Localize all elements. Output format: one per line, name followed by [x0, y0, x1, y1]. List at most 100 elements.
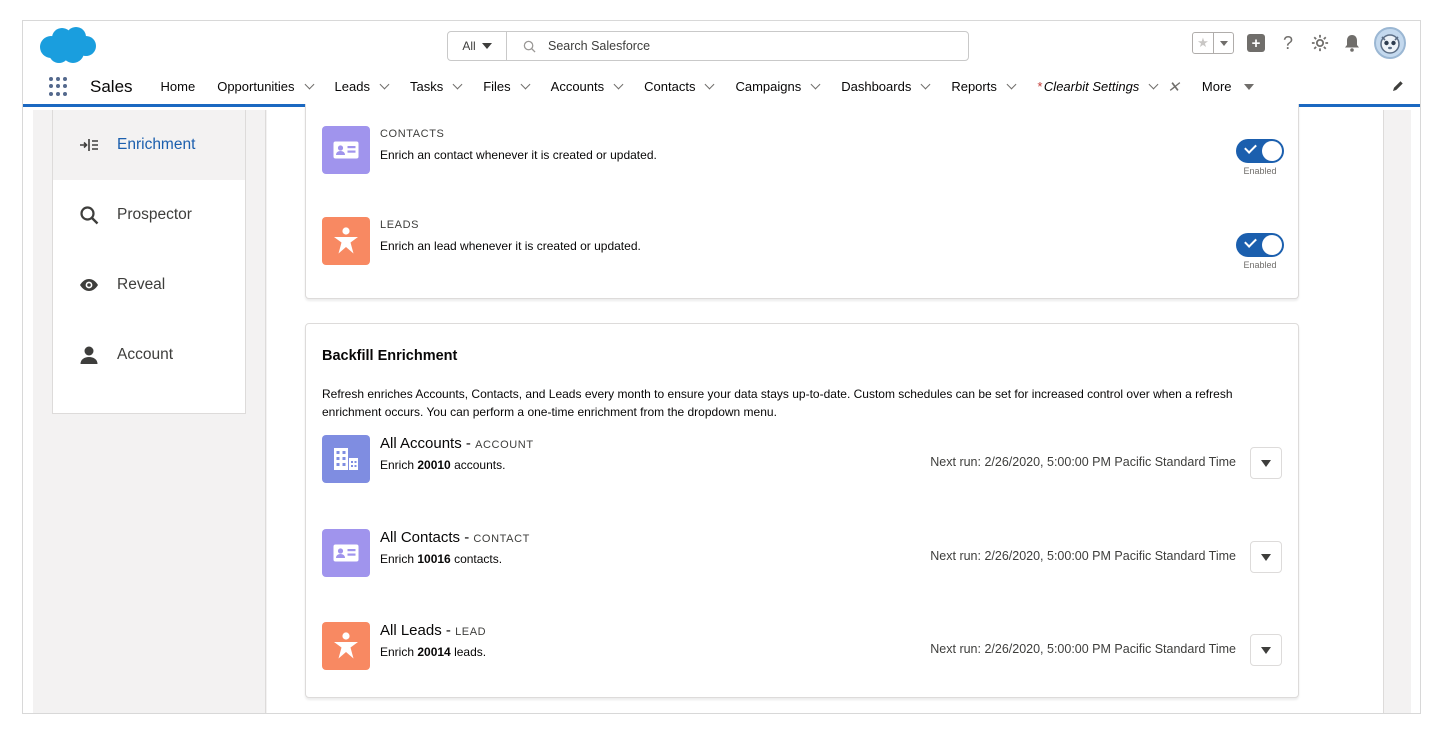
- nav-tab-reports[interactable]: Reports: [951, 79, 1017, 94]
- nav-tab-tasks[interactable]: Tasks: [409, 79, 463, 94]
- nav-tab-label: Tasks: [409, 79, 444, 94]
- nav-tab-campaigns[interactable]: Campaigns: [735, 79, 821, 94]
- auto-enrichment-card: CONTACTS Enrich an contact whenever it i…: [305, 104, 1299, 299]
- object-label: CONTACTS: [380, 128, 445, 140]
- chevron-down-icon[interactable]: [810, 79, 821, 90]
- global-header: All Search Salesforce ★ + ?: [23, 21, 1420, 67]
- nav-tab-home[interactable]: Home: [161, 79, 196, 94]
- contact-icon: [322, 126, 370, 174]
- backfill-row-title: All Accounts - ACCOUNT: [380, 435, 534, 452]
- object-description: Enrich an contact whenever it is created…: [380, 148, 657, 162]
- edit-nav-icon[interactable]: [1392, 79, 1404, 95]
- row-actions-dropdown[interactable]: [1250, 541, 1282, 573]
- nav-tab-clearbit-settings[interactable]: * Clearbit Settings ✕: [1037, 78, 1180, 96]
- nav-tab-leads[interactable]: Leads: [334, 79, 390, 94]
- global-actions-button[interactable]: +: [1246, 33, 1266, 53]
- settings-sidebar: Enrichment Prospector Reveal Account: [33, 110, 266, 713]
- toggle-switch[interactable]: [1236, 139, 1284, 163]
- chevron-down-icon[interactable]: [613, 79, 624, 90]
- header-utility-icons: ★ + ?: [1192, 27, 1406, 59]
- nav-tab-dashboards[interactable]: Dashboards: [841, 79, 931, 94]
- app-name: Sales: [90, 76, 133, 96]
- gear-icon[interactable]: [1310, 33, 1330, 53]
- chevron-down-icon[interactable]: [920, 79, 931, 90]
- backfill-name: All Contacts: [380, 529, 461, 546]
- close-icon[interactable]: ✕: [1167, 78, 1180, 96]
- app-navigation-bar: Sales Home Opportunities Leads Tasks Fil…: [23, 69, 1420, 107]
- nav-tab-files[interactable]: Files: [483, 79, 531, 94]
- backfill-type: CONTACT: [473, 533, 530, 545]
- nav-more-label: More: [1201, 79, 1232, 94]
- caret-down-icon: [1261, 459, 1271, 467]
- backfill-row-contacts: All Contacts - CONTACT Enrich 10016 cont…: [322, 529, 530, 577]
- backfill-row-title: All Contacts - CONTACT: [380, 529, 530, 546]
- sidebar-menu: Enrichment Prospector Reveal Account: [52, 110, 246, 414]
- sidebar-item-label: Account: [117, 346, 174, 363]
- contacts-enrichment-row: CONTACTS Enrich an contact whenever it i…: [322, 126, 657, 174]
- app-launcher-icon[interactable]: [49, 76, 69, 97]
- backfill-type: ACCOUNT: [475, 439, 534, 451]
- star-icon[interactable]: ★: [1193, 33, 1213, 53]
- search-input[interactable]: Search Salesforce: [507, 39, 968, 53]
- settings-content: CONTACTS Enrich an contact whenever it i…: [267, 104, 1393, 713]
- nav-tab-label: Reports: [951, 79, 997, 94]
- sidebar-item-prospector[interactable]: Prospector: [53, 180, 245, 250]
- chevron-down-icon[interactable]: [520, 79, 531, 90]
- sidebar-item-reveal[interactable]: Reveal: [53, 250, 245, 320]
- nav-tab-label: Leads: [334, 79, 370, 94]
- sidebar-item-account[interactable]: Account: [53, 320, 245, 390]
- page-body: Enrichment Prospector Reveal Account CON…: [33, 104, 1393, 713]
- record-count: 20010: [417, 458, 451, 472]
- backfill-enrichment-card: Backfill Enrichment Refresh enriches Acc…: [305, 323, 1299, 698]
- contacts-enrichment-toggle[interactable]: Enabled: [1236, 139, 1284, 176]
- lead-icon: [322, 217, 370, 265]
- backfill-type: LEAD: [455, 626, 487, 638]
- nav-tab-label: Dashboards: [841, 79, 912, 94]
- check-icon: [1244, 141, 1257, 154]
- next-run-text: Next run: 2/26/2020, 5:00:00 PM Pacific …: [930, 455, 1236, 469]
- row-actions-dropdown[interactable]: [1250, 447, 1282, 479]
- nav-more-menu[interactable]: More: [1202, 79, 1254, 94]
- chevron-down-icon[interactable]: [1006, 79, 1017, 90]
- bell-icon[interactable]: [1342, 33, 1362, 53]
- leads-enrichment-toggle[interactable]: Enabled: [1236, 233, 1284, 270]
- nav-tab-label: Home: [160, 79, 196, 94]
- backfill-count-text: Enrich 20014 leads.: [380, 645, 487, 659]
- backfill-name: All Leads: [380, 622, 442, 639]
- toggle-status: Enabled: [1243, 166, 1277, 176]
- nav-tab-label: Contacts: [644, 79, 696, 94]
- search-icon: [77, 205, 101, 225]
- chevron-down-icon[interactable]: [304, 79, 314, 90]
- nav-tab-contacts[interactable]: Contacts: [644, 79, 715, 94]
- nav-tab-accounts[interactable]: Accounts: [550, 79, 624, 94]
- row-actions-dropdown[interactable]: [1250, 634, 1282, 666]
- help-icon[interactable]: ?: [1278, 33, 1298, 53]
- plus-icon: +: [1247, 34, 1265, 52]
- backfill-count-text: Enrich 20010 accounts.: [380, 458, 506, 472]
- chevron-down-icon[interactable]: [452, 79, 463, 90]
- chevron-down-icon[interactable]: [379, 79, 390, 90]
- nav-tab-opportunities[interactable]: Opportunities: [217, 79, 314, 94]
- sidebar-item-enrichment[interactable]: Enrichment: [53, 110, 245, 180]
- check-icon: [1244, 235, 1257, 248]
- favorites-button[interactable]: ★: [1192, 32, 1234, 54]
- sidebar-item-label: Enrichment: [117, 136, 196, 153]
- next-run-text: Next run: 2/26/2020, 5:00:00 PM Pacific …: [930, 549, 1236, 563]
- chevron-down-icon[interactable]: [705, 79, 715, 90]
- salesforce-logo[interactable]: [37, 26, 97, 64]
- backfill-row-accounts: All Accounts - ACCOUNT Enrich 20010 acco…: [322, 435, 534, 483]
- caret-down-icon: [1261, 553, 1271, 561]
- next-run-text: Next run: 2/26/2020, 5:00:00 PM Pacific …: [930, 642, 1236, 656]
- record-count: 10016: [417, 552, 451, 566]
- user-avatar[interactable]: [1374, 27, 1406, 59]
- nav-tab-label: Accounts: [550, 79, 605, 94]
- caret-down-icon: [1219, 40, 1228, 46]
- chevron-down-icon[interactable]: [1148, 79, 1159, 90]
- search-scope-dropdown[interactable]: All: [448, 32, 507, 60]
- nav-tab-label: Clearbit Settings: [1043, 79, 1140, 94]
- sidebar-item-label: Reveal: [117, 276, 166, 293]
- backfill-row-leads: All Leads - LEAD Enrich 20014 leads.: [322, 622, 486, 670]
- leads-enrichment-row: LEADS Enrich an lead whenever it is crea…: [322, 217, 641, 265]
- toggle-switch[interactable]: [1236, 233, 1284, 257]
- favorites-menu-button[interactable]: [1213, 33, 1233, 53]
